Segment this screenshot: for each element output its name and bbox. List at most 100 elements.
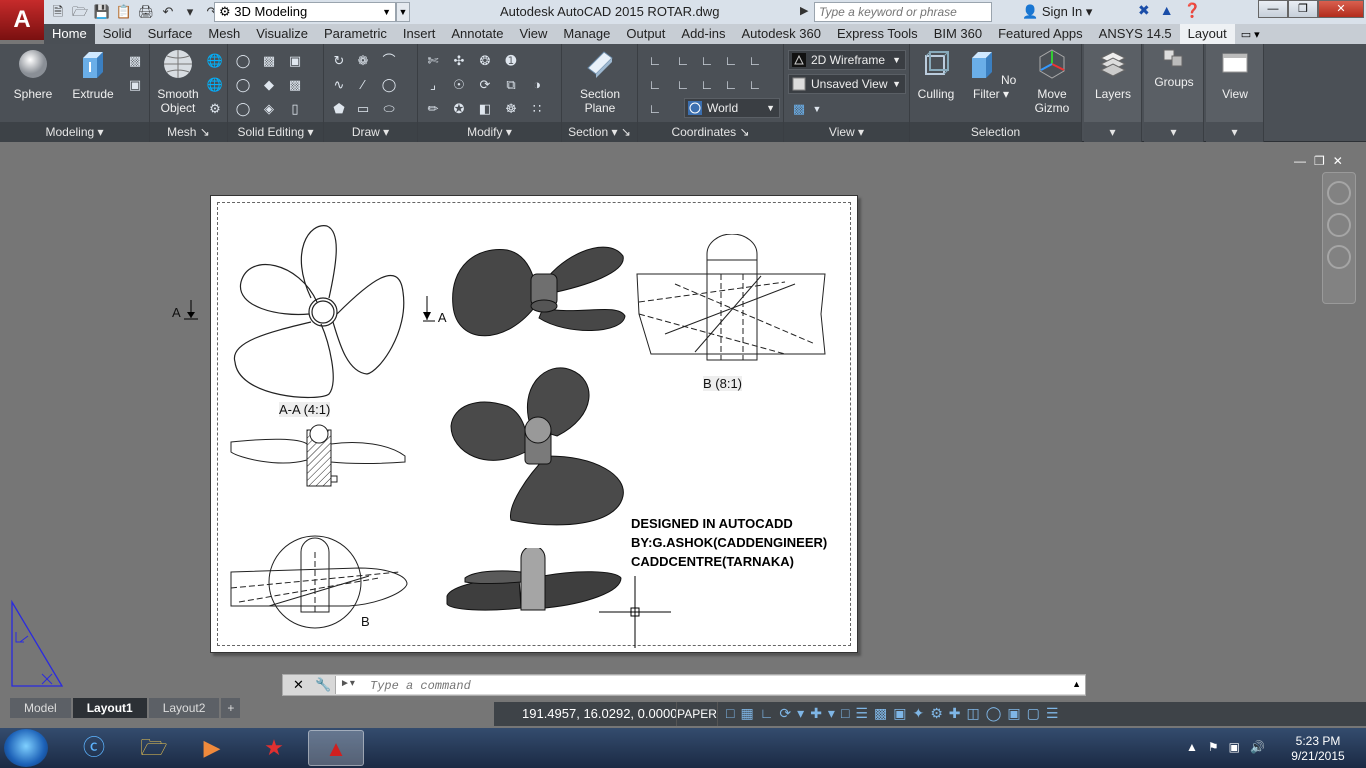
save-as-icon[interactable]: 📋 (114, 2, 134, 22)
ortho-icon[interactable]: ∟ (760, 705, 774, 722)
object-snap-icon[interactable]: □ (841, 705, 849, 722)
rotate-icon[interactable]: ⟳ (476, 76, 494, 94)
sphere-button[interactable]: Sphere (8, 48, 58, 101)
presspull-icon[interactable]: ▩ (126, 52, 144, 70)
tab-solid[interactable]: Solid (95, 24, 140, 44)
clean-screen-icon[interactable]: ▢ (1027, 705, 1040, 722)
ucs-icon-props-icon[interactable]: ∟ (646, 100, 664, 118)
mesh-globe-icon[interactable]: 🌐 (206, 52, 224, 70)
transparency-icon[interactable]: ▩ (874, 705, 887, 722)
interfere-icon[interactable]: ◆ (260, 76, 278, 94)
customize-icon[interactable]: ☰ (1046, 705, 1059, 722)
smooth-object-button[interactable]: Smooth Object (152, 48, 204, 115)
steering-wheel-icon[interactable] (1327, 181, 1351, 205)
chevron-down-icon[interactable]: ▾ (797, 705, 804, 722)
tab-featured-apps[interactable]: Featured Apps (990, 24, 1091, 44)
customize-qat-button[interactable]: ▼ (396, 2, 410, 22)
file-explorer-icon[interactable]: 🗁 (126, 730, 182, 766)
rectangle-icon[interactable]: ▭ (354, 100, 372, 118)
network-icon[interactable]: ▣ (1229, 740, 1240, 754)
customize-wrench-icon[interactable]: 🔧 (315, 677, 331, 693)
internet-explorer-icon[interactable]: ⓒ (66, 730, 122, 766)
hardware-accel-icon[interactable]: ▣ (1007, 705, 1020, 722)
app-icon[interactable]: ★ (246, 730, 302, 766)
chevron-down-icon[interactable]: ▼ (808, 100, 826, 118)
ucs-y-icon[interactable]: ∟ (746, 76, 764, 94)
chevron-down-icon[interactable]: ▾ (828, 705, 835, 722)
search-expand-icon[interactable]: ▶ (800, 4, 808, 17)
3d-move-icon[interactable]: ❂ (476, 52, 494, 70)
show-hidden-icons-icon[interactable]: ▲ (1186, 740, 1198, 754)
trim-icon[interactable]: ✄ (424, 52, 442, 70)
tab-add-ins[interactable]: Add-ins (673, 24, 733, 44)
helix-icon[interactable]: ❁ (354, 52, 372, 70)
panel-title-coordinates[interactable]: Coordinates ↘ (638, 122, 783, 142)
separate-icon[interactable]: ▯ (286, 100, 304, 118)
paper-sheet[interactable]: A-A (4:1) A B (8:1) B DESIGNED IN AUTOCA… (210, 195, 858, 653)
visual-style-dropdown[interactable]: 2D Wireframe ▼ (788, 50, 906, 70)
isodraft-icon[interactable]: ✚ (810, 705, 822, 722)
mesh-refine-icon[interactable]: 🌐 (206, 76, 224, 94)
offset-icon[interactable]: ◑ (528, 76, 546, 94)
tab-insert[interactable]: Insert (395, 24, 444, 44)
add-layout-icon[interactable]: + (221, 698, 241, 718)
save-icon[interactable]: 💾 (92, 2, 112, 22)
new-file-icon[interactable]: 🗎 (48, 2, 68, 22)
clock[interactable]: 5:23 PM 9/21/2015 (1290, 734, 1346, 764)
close-button[interactable]: ✕ (1318, 0, 1364, 18)
move-icon[interactable]: ✣ (450, 52, 468, 70)
layers-button[interactable]: Layers (1088, 48, 1138, 101)
ucs-3point-icon[interactable]: ∟ (698, 76, 716, 94)
ucs-origin-icon[interactable]: ∟ (646, 76, 664, 94)
snap-icon[interactable]: □ (726, 705, 734, 722)
view-expand-icon[interactable]: ▾ (1206, 122, 1263, 142)
units-icon[interactable]: ◫ (966, 705, 979, 722)
fillet-icon[interactable]: ⌟ (424, 76, 442, 94)
propeller-detail-view[interactable] (229, 532, 409, 630)
tab-annotate[interactable]: Annotate (443, 24, 511, 44)
command-history-icon[interactable]: ▲ (1072, 679, 1081, 689)
search-input[interactable] (814, 2, 992, 22)
workspace-switch-icon[interactable]: ⚙ (930, 705, 943, 722)
3d-align-icon[interactable]: ✪ (450, 100, 468, 118)
volume-icon[interactable]: 🔊 (1250, 740, 1265, 754)
pan-icon[interactable] (1327, 213, 1351, 237)
autocad-taskbar-icon[interactable]: ▲ (308, 730, 364, 766)
grid-icon[interactable]: ▦ (740, 705, 753, 722)
panel-title-solid-editing[interactable]: Solid Editing ▾ (228, 122, 323, 142)
spline-icon[interactable]: ∿ (330, 76, 348, 94)
tab-surface[interactable]: Surface (140, 24, 201, 44)
propeller-shaded-side-view[interactable] (445, 548, 625, 616)
thicken-icon[interactable]: ◈ (260, 100, 278, 118)
tab-bim-360[interactable]: BIM 360 (926, 24, 990, 44)
tab-view[interactable]: View (511, 24, 555, 44)
command-input[interactable] (370, 678, 1050, 694)
fillet-edge-icon[interactable]: ▣ (286, 52, 304, 70)
drawing-minimize-icon[interactable]: — (1294, 154, 1306, 168)
selection-cycling-icon[interactable]: ▣ (893, 705, 906, 722)
ucs-icon[interactable]: ∟ (646, 52, 664, 70)
tab-mesh[interactable]: Mesh (200, 24, 248, 44)
coordinate-readout[interactable]: 191.4957, 16.0292, 0.0000 (522, 706, 677, 721)
subtract-icon[interactable]: ◯ (234, 76, 252, 94)
intersect-icon[interactable]: ◯ (234, 100, 252, 118)
polysolid-icon[interactable]: ▣ (126, 76, 144, 94)
ucs-dropdown[interactable]: World ▼ (684, 98, 780, 118)
start-button[interactable] (4, 729, 48, 767)
move-gizmo-button[interactable]: Move Gizmo (1024, 48, 1080, 115)
tab-express-tools[interactable]: Express Tools (829, 24, 926, 44)
polygon-icon[interactable]: ⬟ (330, 100, 348, 118)
ucs-world-icon[interactable]: ∟ (674, 52, 692, 70)
stretch-icon[interactable]: ☸ (502, 100, 520, 118)
ellipse-icon[interactable]: ⬭ (380, 100, 398, 118)
propeller-shaded-front-view[interactable] (447, 366, 629, 528)
layout-tab-layout2[interactable]: Layout2 (148, 698, 220, 718)
tab-ansys-14-5[interactable]: ANSYS 14.5 (1091, 24, 1180, 44)
panel-title-view[interactable]: View ▾ (784, 122, 909, 142)
viewport-config-icon[interactable]: ▩ (790, 100, 808, 118)
extrude-button[interactable]: Extrude (66, 48, 120, 101)
union-icon[interactable]: ◯ (234, 52, 252, 70)
undo-icon[interactable]: ↶ (158, 2, 178, 22)
open-file-icon[interactable]: 🗁 (70, 2, 90, 22)
ribbon-options-icon[interactable]: ▭ ▾ (1241, 28, 1260, 41)
